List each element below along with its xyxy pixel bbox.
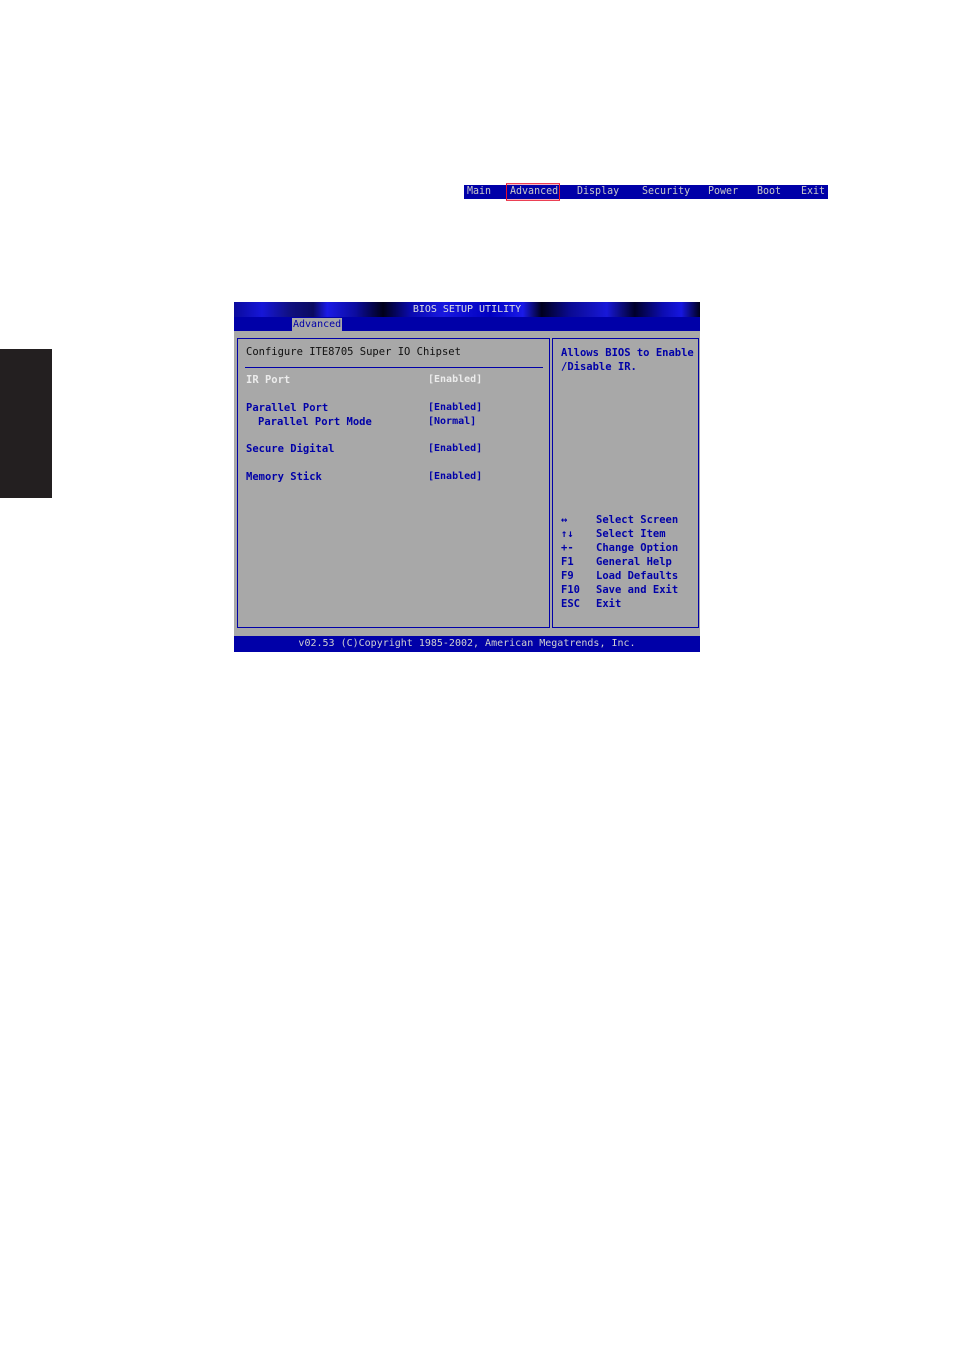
key-desc: General Help bbox=[596, 556, 672, 568]
bios-title-bar: BIOS SETUP UTILITY bbox=[234, 302, 700, 317]
setting-ir-port-value[interactable]: [Enabled] bbox=[428, 374, 482, 385]
key-desc: Change Option bbox=[596, 542, 679, 554]
menu-item-power[interactable]: Power bbox=[705, 184, 741, 199]
key-legend-row: +- Change Option bbox=[561, 541, 696, 555]
key-desc: Save and Exit bbox=[596, 584, 679, 596]
key-legend-row: F9 Load Defaults bbox=[561, 569, 696, 583]
menu-item-boot[interactable]: Boot bbox=[754, 184, 784, 199]
key-f9: F9 bbox=[561, 570, 574, 582]
setting-memory-stick[interactable]: Memory Stick bbox=[246, 471, 322, 483]
divider bbox=[245, 367, 543, 368]
key-f1: F1 bbox=[561, 556, 574, 568]
setting-parallel-port-mode-value[interactable]: [Normal] bbox=[428, 416, 476, 427]
key-legend: ↔ Select Screen ↑↓ Select Item +- Change Op… bbox=[561, 513, 696, 611]
key-legend-row: ESC Exit bbox=[561, 597, 696, 611]
menu-item-security[interactable]: Security bbox=[639, 184, 693, 199]
menu-item-main[interactable]: Main bbox=[464, 184, 494, 199]
setting-secure-digital[interactable]: Secure Digital bbox=[246, 443, 335, 455]
left-right-arrow-icon: ↔ bbox=[561, 514, 568, 526]
key-desc: Select Screen bbox=[596, 514, 679, 526]
key-legend-row: F10 Save and Exit bbox=[561, 583, 696, 597]
help-text: Allows BIOS to Enable /Disable IR. bbox=[561, 347, 694, 373]
key-desc: Select Item bbox=[596, 528, 666, 540]
copyright-footer: v02.53 (C)Copyright 1985-2002, American … bbox=[234, 636, 700, 652]
bios-title: BIOS SETUP UTILITY bbox=[412, 304, 522, 315]
settings-panel: Configure ITE8705 Super IO Chipset IR Po… bbox=[237, 338, 550, 628]
setting-parallel-port-mode[interactable]: Parallel Port Mode bbox=[258, 416, 372, 428]
up-down-arrow-icon: ↑↓ bbox=[561, 528, 574, 540]
setting-ir-port[interactable]: IR Port bbox=[246, 374, 290, 386]
bios-tab-bar: Advanced bbox=[234, 317, 700, 331]
key-f10: F10 bbox=[561, 584, 580, 596]
key-esc: ESC bbox=[561, 598, 580, 610]
menu-item-advanced[interactable]: Advanced bbox=[506, 183, 560, 201]
key-legend-row: ↑↓ Select Item bbox=[561, 527, 696, 541]
setting-parallel-port-value[interactable]: [Enabled] bbox=[428, 402, 482, 413]
top-menu-bar: Main Advanced Display Security Power Boo… bbox=[464, 183, 828, 201]
key-desc: Load Defaults bbox=[596, 570, 679, 582]
setting-memory-stick-value[interactable]: [Enabled] bbox=[428, 471, 482, 482]
tab-advanced[interactable]: Advanced bbox=[292, 318, 343, 331]
key-desc: Exit bbox=[596, 598, 622, 610]
menu-item-display[interactable]: Display bbox=[574, 184, 622, 199]
setting-parallel-port[interactable]: Parallel Port bbox=[246, 402, 328, 414]
bios-setup-screen: BIOS SETUP UTILITY Advanced Configure IT… bbox=[234, 302, 700, 652]
help-panel: Allows BIOS to Enable /Disable IR. ↔ Sele… bbox=[552, 338, 699, 628]
plus-minus-icon: +- bbox=[561, 542, 574, 554]
menu-item-exit[interactable]: Exit bbox=[798, 184, 828, 199]
key-legend-row: ↔ Select Screen bbox=[561, 513, 696, 527]
chapter-side-tab bbox=[0, 349, 52, 498]
setting-secure-digital-value[interactable]: [Enabled] bbox=[428, 443, 482, 454]
section-heading: Configure ITE8705 Super IO Chipset bbox=[246, 346, 461, 358]
key-legend-row: F1 General Help bbox=[561, 555, 696, 569]
